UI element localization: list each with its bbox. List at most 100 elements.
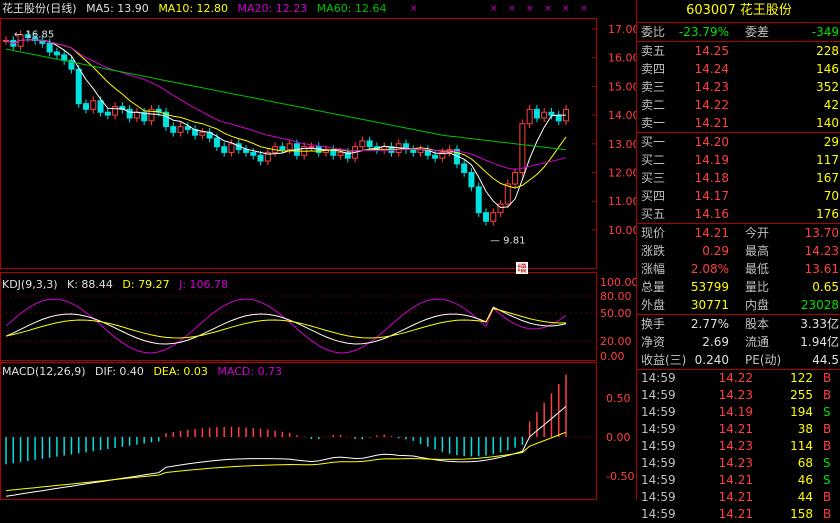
chart-area[interactable]: 17.00 16.00 15.00 14.00 13.00 12.00 11.00 10.00… [0,0,636,500]
trade-side: S [823,473,831,487]
candle-body [410,149,417,153]
trade-row[interactable]: 14:59 14.23 114 B [637,438,840,455]
trade-price: 14.22 [718,371,753,385]
price-axis-label: 15.00 [608,80,636,93]
trade-price: 14.23 [718,439,753,453]
quote2-row: 收益(三) 0.240 PE(动) 44.5 [637,351,840,369]
quote2-label2: 股本 [745,317,770,331]
macd-axis-label: 0.50 [606,392,631,405]
quote2-label2: 流通 [745,335,770,349]
trade-row[interactable]: 14:59 14.23 255 B [637,387,840,404]
asks-level-label: 卖一 [641,116,666,130]
quote1-value: 30771 [690,298,729,312]
bids-row: 买四 14.17 70 [637,187,840,205]
candle-body [533,108,540,119]
trade-side: S [823,405,831,419]
trade-time: 14:59 [641,388,676,402]
trade-row[interactable]: 14:59 14.21 44 B [637,489,840,506]
kdj-axis-label: 20.00 [600,335,632,348]
kdj-k: K: 88.44 [67,278,113,291]
kdj-axis-label: 50.00 [600,307,632,320]
price-header: 花王股份(日线) MA5: 13.90 MA10: 12.80 MA20: 12… [2,2,392,16]
bids-volume: 167 [816,171,839,185]
ratio-label: 委比 [641,25,666,39]
candle-body [250,151,257,156]
trade-row[interactable]: 14:59 14.23 68 S [637,455,840,472]
quote1-value2: 23028 [800,298,839,312]
bids-price: 14.16 [694,207,729,221]
asks-level-label: 卖四 [641,62,666,76]
asks-price: 14.21 [694,116,729,130]
quote1-value: 53799 [690,280,729,294]
kdj-j: J: 106.78 [179,278,229,291]
bids-level-label: 买二 [641,153,666,167]
trade-side: S [823,456,831,470]
kline-chart-canvas[interactable]: 17.00 16.00 15.00 14.00 13.00 12.00 11.00 10.00… [0,0,636,500]
ma10-line [5,39,567,189]
macd-name: MACD(12,26,9) [2,365,86,378]
kdj-axis-label: 80.00 [600,290,632,303]
candle-body [83,103,89,110]
trade-time: 14:59 [641,371,676,385]
trade-row[interactable]: 14:59 14.21 46 S [637,472,840,489]
x-marker: × [526,4,534,14]
candle-body [61,54,68,62]
kdj-axis-label: 100.00 [600,276,636,289]
candle-body [126,108,133,119]
ratio-value: -23.79% [678,25,729,39]
trade-time: 14:59 [641,473,676,487]
quote1-value2: 14.23 [804,244,839,258]
high-price-label: ← 16.85 [14,29,54,40]
quote2-value2: 3.33亿 [800,317,839,331]
bids-volume: 29 [823,135,839,149]
quote1-label: 总量 [641,280,666,294]
asks-volume: 352 [816,80,839,94]
trade-price: 14.19 [718,405,753,419]
trade-row[interactable]: 14:59 14.22 122 B [637,370,840,387]
candle-body [337,151,344,156]
asks-price: 14.23 [694,80,729,94]
trade-time: 14:59 [641,422,676,436]
bids-price: 14.19 [694,153,729,167]
asks-row: 卖三 14.23 352 [637,78,840,96]
price-axis-label: 17.00 [608,23,636,36]
trade-row[interactable]: 14:59 14.19 194 S [637,404,840,421]
stock-period-label: 花王股份(日线) [2,2,77,15]
macd-dea-line [5,431,567,492]
price-axis-label: 10.00 [608,224,636,237]
quote1-row: 涨幅 2.08% 最低 13.61 [637,260,840,278]
trade-row[interactable]: 14:59 14.21 158 B [637,506,840,523]
x-marker: × [580,4,588,14]
trade-ticks[interactable]: 14:59 14.22 122 B 14:59 14.23 255 B 14:59 14.19 19… [637,370,840,523]
asks-row: 卖一 14.21 140 [637,114,840,132]
trade-time: 14:59 [641,439,676,453]
price-axis-label: 11.00 [608,195,636,208]
trade-volume: 255 [790,388,813,402]
asks-price: 14.24 [694,62,729,76]
trade-volume: 38 [797,422,813,436]
quote2-value2: 44.5 [812,353,839,367]
candle-body [519,123,526,173]
bids-level-label: 买四 [641,189,666,203]
trade-row[interactable]: 14:59 14.21 38 B [637,421,840,438]
bids-volume: 176 [816,207,839,221]
candle-body [228,143,235,153]
company-stats: 换手 2.77% 股本 3.33亿 净资 2.69 流通 1.94亿 收益(三) 0.240 PE(… [637,315,840,370]
stock-name: 花王股份 [739,3,792,18]
macd-axis-label: -0.50 [606,470,634,483]
quote2-row: 净资 2.69 流通 1.94亿 [637,333,840,351]
ma20-label: MA20: 12.23 [237,2,308,15]
bids-price: 14.17 [694,189,729,203]
order-ratio-row: 委比 -23.79% 委差 -349 [637,23,840,42]
quote2-value2: 1.94亿 [800,335,839,349]
ma5-label: MA5: 13.90 [86,2,149,15]
asks-row: 卖二 14.22 42 [637,96,840,114]
trade-side: B [823,439,832,453]
trade-volume: 122 [790,371,813,385]
trade-volume: 194 [790,405,813,419]
asks-volume: 140 [816,116,839,130]
candle-body [170,126,177,133]
candle-body [490,212,497,222]
candle-body [53,51,60,56]
quote1-label2: 内盘 [745,298,770,312]
